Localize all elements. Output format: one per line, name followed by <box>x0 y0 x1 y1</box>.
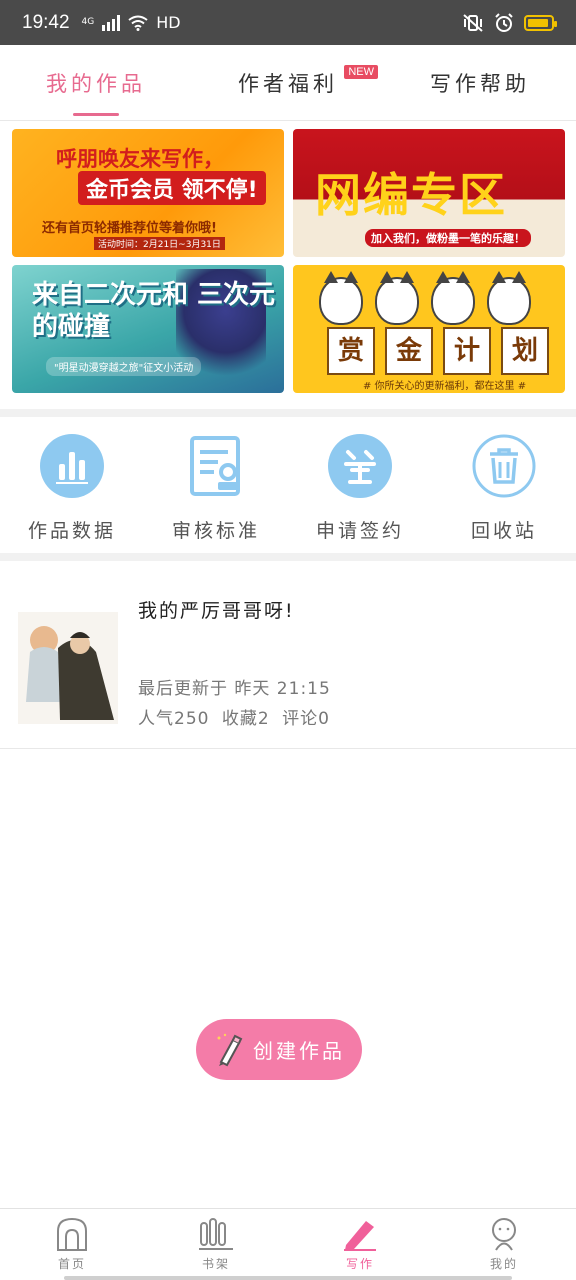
cat-icon <box>375 271 419 325</box>
new-badge: NEW <box>344 65 378 79</box>
tab-my-works[interactable]: 我的作品 <box>0 45 192 120</box>
function-label: 回收站 <box>470 520 537 542</box>
tab-writing-help[interactable]: 写作帮助 <box>384 45 576 120</box>
write-pen-icon <box>344 1221 376 1251</box>
nav-label: 首页 <box>57 1257 86 1271</box>
banner-char: 赏 <box>327 327 375 375</box>
function-label: 审核标准 <box>171 520 260 542</box>
favorites-count: 收藏2 <box>221 709 270 729</box>
work-title: 我的严厉哥哥呀! <box>138 600 295 622</box>
banner-date: 活动时间：2月21日~3月31日 <box>94 237 225 250</box>
top-tabs: 我的作品 作者福利 NEW 写作帮助 <box>0 45 576 121</box>
comments-count: 评论0 <box>282 709 330 729</box>
nav-mine[interactable]: 我的 <box>432 1209 576 1280</box>
recycle-bin-button[interactable]: 回收站 <box>432 418 576 552</box>
work-last-updated: 最后更新于 昨天 21:15 <box>138 679 331 699</box>
signal-icon <box>102 14 121 31</box>
wifi-icon <box>128 15 148 31</box>
trash-icon <box>472 434 536 498</box>
status-time: 19:42 <box>22 11 70 33</box>
network-type: 4G <box>81 17 95 27</box>
work-list-item[interactable]: 我的严厉哥哥呀! 最后更新于 昨天 21:15 人气250 收藏2 评论0 <box>0 562 576 749</box>
nav-label: 书架 <box>201 1257 230 1271</box>
banner-char: 金 <box>385 327 433 375</box>
banner-text: # 你所关心的更新福利，都在这里 # <box>363 381 527 392</box>
create-work-button[interactable]: 创建作品 <box>196 1019 362 1080</box>
audit-document-icon <box>184 434 248 498</box>
function-row: 作品数据 审核标准 申请签约 回收站 <box>0 418 576 552</box>
cat-icon <box>431 271 475 325</box>
banner-text: "明星动漫穿越之旅"征文小活动 <box>46 357 202 376</box>
sign-contract-icon <box>328 434 392 498</box>
alarm-icon <box>495 12 513 32</box>
nav-home[interactable]: 首页 <box>0 1209 144 1280</box>
home-icon <box>57 1217 87 1251</box>
hd-indicator: HD <box>156 13 181 32</box>
tab-label: 写作帮助 <box>430 71 530 96</box>
popularity-count: 人气250 <box>138 709 210 729</box>
nav-write[interactable]: 写作 <box>288 1209 432 1280</box>
pencil-icon <box>217 1033 243 1066</box>
create-button-label: 创建作品 <box>253 1039 345 1063</box>
banner-title: 呼朋唤友来写作， <box>56 147 224 171</box>
function-label: 作品数据 <box>27 520 116 542</box>
banner-editor-zone[interactable]: 网编专区 加入我们，做粉墨一笔的乐趣！ <box>293 129 565 257</box>
nav-bookshelf[interactable]: 书架 <box>144 1209 288 1280</box>
banner-char: 计 <box>443 327 491 375</box>
work-data-button[interactable]: 作品数据 <box>0 418 144 552</box>
banner-char: 划 <box>501 327 549 375</box>
active-tab-indicator <box>73 113 119 116</box>
nav-label: 写作 <box>345 1257 374 1271</box>
banner-title: 赏 金 计 划 <box>327 327 549 375</box>
bar-chart-icon <box>40 434 104 498</box>
vibrate-icon <box>463 13 483 32</box>
work-stats: 人气250 收藏2 评论0 <box>138 704 336 729</box>
tab-label: 作者福利 <box>238 71 338 96</box>
banner-highlight: 金币会员 领不停! <box>78 171 266 205</box>
banner-text: 加入我们，做粉墨一笔的乐趣！ <box>365 229 531 247</box>
audit-standard-button[interactable]: 审核标准 <box>144 418 288 552</box>
banner-title: 来自二次元和 三次元的碰撞 <box>32 280 276 342</box>
battery-icon <box>524 14 557 31</box>
gesture-bar <box>64 1276 512 1280</box>
cat-icon <box>487 271 531 325</box>
profile-icon <box>492 1218 516 1251</box>
banner-bounty-plan[interactable]: 赏 金 计 划 # 你所关心的更新福利，都在这里 # <box>293 265 565 393</box>
bookshelf-icon <box>199 1218 233 1250</box>
status-bar: 19:42 4G HD <box>0 0 576 45</box>
banner-text: 还有首页轮播推荐位等着你哦! <box>42 221 217 236</box>
banner-invite-friends[interactable]: 呼朋唤友来写作， 金币会员 领不停! 还有首页轮播推荐位等着你哦! 活动时间：2… <box>12 129 284 257</box>
bottom-navigation: 首页 书架 写作 我的 <box>0 1208 576 1280</box>
work-cover-image <box>18 612 118 724</box>
apply-contract-button[interactable]: 申请签约 <box>288 418 432 552</box>
signal-group: 4G HD <box>82 13 181 32</box>
section-divider <box>0 553 576 561</box>
section-divider <box>0 409 576 417</box>
nav-label: 我的 <box>489 1257 518 1271</box>
banner-dimension-collision[interactable]: 来自二次元和 三次元的碰撞 "明星动漫穿越之旅"征文小活动 <box>12 265 284 393</box>
status-right <box>462 12 557 33</box>
banner-grid: 呼朋唤友来写作， 金币会员 领不停! 还有首页轮播推荐位等着你哦! 活动时间：2… <box>12 129 565 393</box>
banner-title: 网编专区 <box>315 168 507 222</box>
function-label: 申请签约 <box>315 520 404 542</box>
cat-icon <box>319 271 363 325</box>
tab-author-benefits[interactable]: 作者福利 NEW <box>192 45 384 120</box>
tab-label: 我的作品 <box>46 71 146 96</box>
cat-illustrations <box>319 271 531 325</box>
